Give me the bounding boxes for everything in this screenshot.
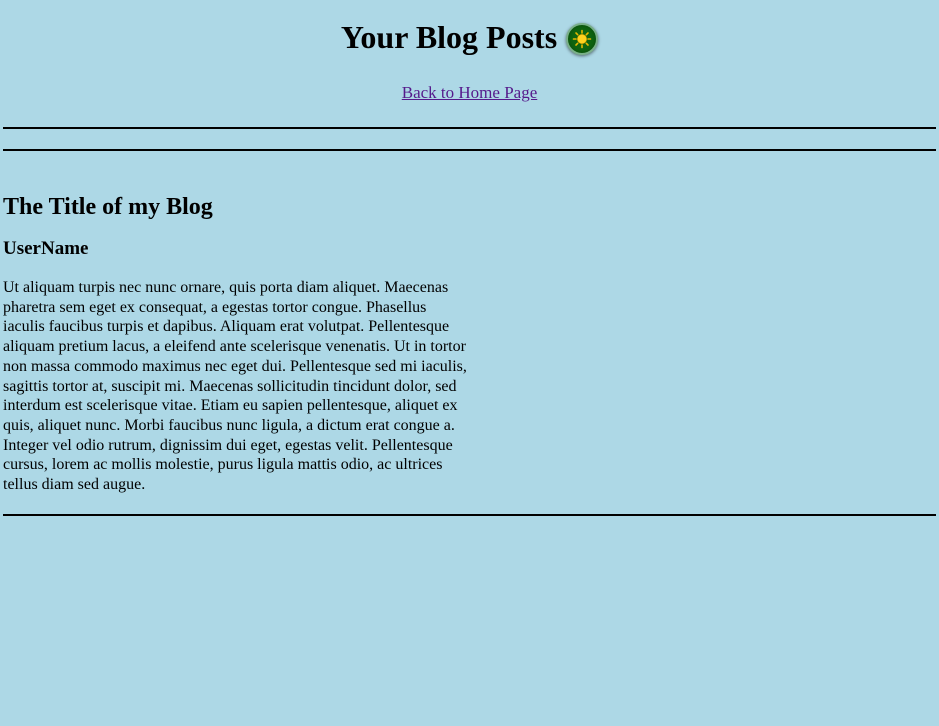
post-author: UserName [3,238,89,259]
divider-bottom [3,514,936,516]
divider-upper [3,149,936,151]
post-title: The Title of my Blog [3,194,213,220]
page-title-wrapper: Your Blog Posts [340,19,599,55]
top-nav: Back to Home Page [3,83,936,107]
post-body: Ut aliquam turpis nec nunc ornare, quis … [3,279,467,494]
page-title: Your Blog Posts [340,19,558,55]
back-to-home-link[interactable]: Back to Home Page [402,83,538,102]
sun-icon [572,29,592,49]
blog-post: The Title of my Blog UserName Ut aliquam… [3,192,473,495]
theme-toggle-button[interactable] [566,23,599,55]
divider-top [3,127,936,129]
page-header: Your Blog Posts [3,0,936,68]
page: Your Blog Posts Back to Home Page The Ti… [3,0,936,516]
